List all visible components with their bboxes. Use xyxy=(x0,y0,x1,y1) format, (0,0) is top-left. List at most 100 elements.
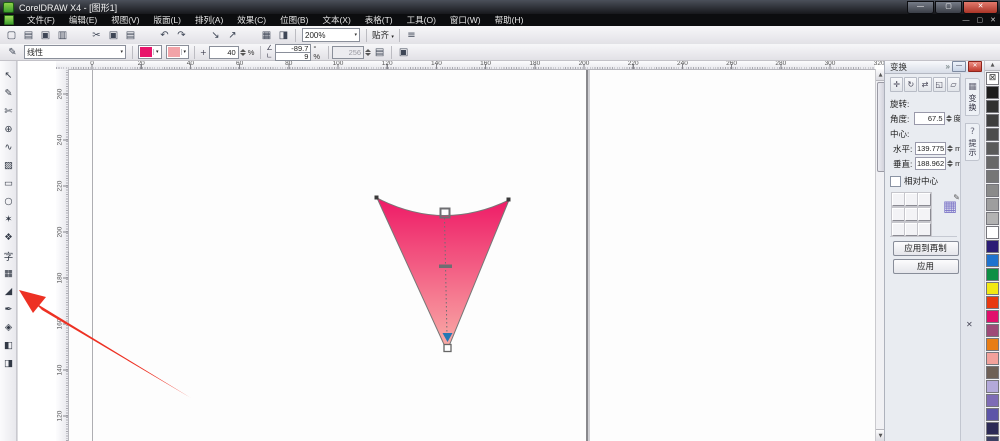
steps-lock-icon[interactable]: ▤ xyxy=(371,45,388,60)
midpoint-spinner[interactable] xyxy=(240,49,246,56)
anchor-cell[interactable] xyxy=(892,223,905,236)
toolbox-tool[interactable]: ✄ xyxy=(0,103,17,120)
toolbar-icon[interactable]: ▣ ▾ xyxy=(105,28,122,43)
fill-type-dropdown[interactable]: 线性 ▾ xyxy=(24,45,126,59)
anchor-cell[interactable] xyxy=(892,208,905,221)
docker-close-button[interactable]: ✕ xyxy=(968,61,982,72)
palette-swatch[interactable] xyxy=(986,408,999,421)
toolbox-tool[interactable]: ✎ xyxy=(0,85,17,102)
docker-tabstrip-close-icon[interactable]: ✕ xyxy=(966,320,973,329)
menu-item[interactable]: 效果(C) xyxy=(230,14,273,26)
toolbox-tool[interactable]: ▨ xyxy=(0,157,17,174)
toolbar-icon[interactable]: ▦ ▾ xyxy=(258,28,275,43)
toolbar-icon[interactable]: ↗ ▾ xyxy=(224,28,241,43)
mdi-restore-button[interactable]: ▢ xyxy=(977,16,984,24)
snap-to-dropdown[interactable]: 贴齐 ▾ xyxy=(372,29,394,41)
h-spinner[interactable] xyxy=(947,145,953,152)
palette-swatch[interactable] xyxy=(986,268,999,281)
palette-swatch[interactable] xyxy=(986,422,999,435)
anchor-cell[interactable] xyxy=(905,223,918,236)
relative-center-checkbox[interactable] xyxy=(890,176,901,187)
palette-swatch[interactable] xyxy=(986,142,999,155)
anchor-cell[interactable] xyxy=(905,193,918,206)
options-icon[interactable]: ≡ xyxy=(403,28,420,43)
zoom-level-combo[interactable]: 200% ▾ xyxy=(302,28,360,42)
palette-swatch[interactable] xyxy=(986,324,999,337)
toolbox-tool[interactable]: ↖ xyxy=(0,67,17,84)
menu-item[interactable]: 表格(T) xyxy=(358,14,400,26)
palette-swatch[interactable] xyxy=(986,198,999,211)
docker-collapse-icon[interactable]: » xyxy=(946,62,950,71)
toolbar-icon[interactable]: ↶ ▾ xyxy=(156,28,173,43)
fill-start-color-picker[interactable]: ▾ xyxy=(138,45,162,59)
toolbox-tool[interactable]: ○ xyxy=(0,193,17,210)
palette-swatch[interactable] xyxy=(986,436,999,441)
menu-item[interactable]: 帮助(H) xyxy=(488,14,531,26)
mdi-close-button[interactable]: ✕ xyxy=(990,16,996,24)
mdi-minimize-button[interactable]: — xyxy=(963,17,970,24)
transform-mode-button[interactable]: ↻ xyxy=(904,77,917,92)
drawing-canvas[interactable] xyxy=(68,69,875,441)
anchor-cell[interactable] xyxy=(918,193,931,206)
palette-swatch[interactable] xyxy=(986,100,999,113)
toolbox-tool[interactable]: ✒ xyxy=(0,301,17,318)
toolbox-tool[interactable]: ◈ xyxy=(0,319,17,336)
transform-mode-button[interactable]: ⇄ xyxy=(918,77,931,92)
palette-swatch[interactable] xyxy=(986,212,999,225)
menu-item[interactable]: 工具(O) xyxy=(400,14,443,26)
toolbox-tool[interactable]: ◢ xyxy=(0,283,17,300)
toolbar-icon[interactable]: ▢ ▾ xyxy=(3,28,20,43)
toolbox-tool[interactable]: ⊕ xyxy=(0,121,17,138)
toolbox-tool[interactable]: 字 xyxy=(0,247,17,264)
close-button[interactable]: ✕ xyxy=(963,1,998,14)
toolbar-icon[interactable]: ▾ xyxy=(139,28,156,43)
menu-item[interactable]: 视图(V) xyxy=(104,14,146,26)
palette-swatch[interactable] xyxy=(986,114,999,127)
palette-swatch[interactable] xyxy=(986,282,999,295)
toolbar-icon[interactable]: ▥ ▾ xyxy=(54,28,71,43)
palette-swatch[interactable] xyxy=(986,380,999,393)
toolbar-icon[interactable]: ↘ ▾ xyxy=(207,28,224,43)
fill-end-color-picker[interactable]: ▾ xyxy=(166,45,190,59)
transform-mode-button[interactable]: ✛ xyxy=(890,77,903,92)
palette-swatch[interactable] xyxy=(986,156,999,169)
palette-swatch[interactable] xyxy=(986,184,999,197)
docker-tab[interactable]: ▦ 变换 xyxy=(965,78,980,116)
menu-item[interactable]: 版面(L) xyxy=(147,14,188,26)
palette-swatch[interactable] xyxy=(986,170,999,183)
docker-tab[interactable]: ? 提示 xyxy=(965,123,980,161)
toolbox-tool[interactable]: ◧ xyxy=(0,337,17,354)
toolbar-icon[interactable]: ◨ ▾ xyxy=(275,28,292,43)
anchor-cell[interactable] xyxy=(892,193,905,206)
anchor-cell[interactable] xyxy=(918,208,931,221)
palette-swatch[interactable] xyxy=(986,128,999,141)
menu-item[interactable]: 排列(A) xyxy=(188,14,230,26)
edit-fill-icon[interactable]: ✎ xyxy=(4,45,21,60)
palette-swatch[interactable]: ⊠ xyxy=(986,72,999,85)
toolbar-icon[interactable]: ▤ ▾ xyxy=(122,28,139,43)
rotation-angle-input[interactable]: 67.5 xyxy=(914,112,945,125)
menu-item[interactable]: 位图(B) xyxy=(273,14,315,26)
palette-scroll-up-button[interactable]: ▲ xyxy=(985,60,1000,71)
minimize-button[interactable]: — xyxy=(907,1,934,14)
angle-spinner[interactable] xyxy=(946,115,952,122)
menu-item[interactable]: 编辑(E) xyxy=(62,14,104,26)
palette-swatch[interactable] xyxy=(986,240,999,253)
menu-item[interactable]: 文本(X) xyxy=(315,14,357,26)
toolbar-icon[interactable]: ✂ ▾ xyxy=(88,28,105,43)
toolbar-icon[interactable]: ▣ ▾ xyxy=(37,28,54,43)
palette-swatch[interactable] xyxy=(986,254,999,267)
toolbar-icon[interactable]: ▤ ▾ xyxy=(20,28,37,43)
palette-swatch[interactable] xyxy=(986,394,999,407)
center-h-input[interactable]: 139.775 xyxy=(915,142,946,155)
toolbox-tool[interactable]: ▭ xyxy=(0,175,17,192)
toolbar-icon[interactable]: ▾ xyxy=(71,28,88,43)
anchor-cell[interactable] xyxy=(905,208,918,221)
midpoint-input[interactable]: 40 xyxy=(209,46,239,59)
toolbox-tool[interactable]: ∿ xyxy=(0,139,17,156)
palette-swatch[interactable] xyxy=(986,310,999,323)
toolbar-icon[interactable]: ↷ ▾ xyxy=(173,28,190,43)
edge-pad-input[interactable]: 9 xyxy=(275,52,311,61)
palette-swatch[interactable] xyxy=(986,296,999,309)
palette-swatch[interactable] xyxy=(986,352,999,365)
